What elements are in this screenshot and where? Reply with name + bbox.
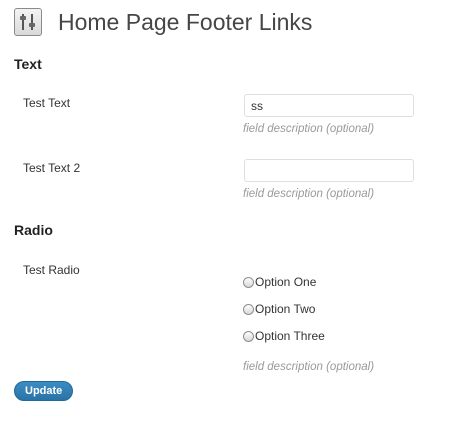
test-text-input[interactable] xyxy=(244,94,414,117)
radio-button[interactable] xyxy=(243,330,254,342)
radio-button[interactable] xyxy=(243,303,254,315)
field-label-test-text: Test Text xyxy=(23,96,71,110)
update-button[interactable]: Update xyxy=(14,381,74,401)
field-label-test-text-2: Test Text 2 xyxy=(23,161,81,175)
field-description-test-radio: field description (optional) xyxy=(243,361,375,373)
radio-option-label: Option One xyxy=(255,275,317,289)
radio-option-one[interactable]: Option One xyxy=(243,275,316,289)
radio-option-label: Option Three xyxy=(255,329,325,343)
field-label-test-radio: Test Radio xyxy=(23,263,80,277)
radio-button[interactable] xyxy=(243,276,254,288)
settings-page: Home Page Footer Links Text Test Text fi… xyxy=(0,0,463,424)
field-description-test-text: field description (optional) xyxy=(243,123,375,135)
radio-option-three[interactable]: Option Three xyxy=(243,329,325,343)
field-description-test-text-2: field description (optional) xyxy=(243,188,375,200)
section-title-text: Text xyxy=(14,56,42,72)
page-title: Home Page Footer Links xyxy=(58,9,313,35)
page-header: Home Page Footer Links xyxy=(14,8,312,36)
section-title-radio: Radio xyxy=(14,222,53,238)
radio-option-two[interactable]: Option Two xyxy=(243,302,315,316)
settings-sliders-icon xyxy=(14,8,42,36)
test-text-2-input[interactable] xyxy=(244,159,414,182)
radio-option-label: Option Two xyxy=(255,302,316,316)
